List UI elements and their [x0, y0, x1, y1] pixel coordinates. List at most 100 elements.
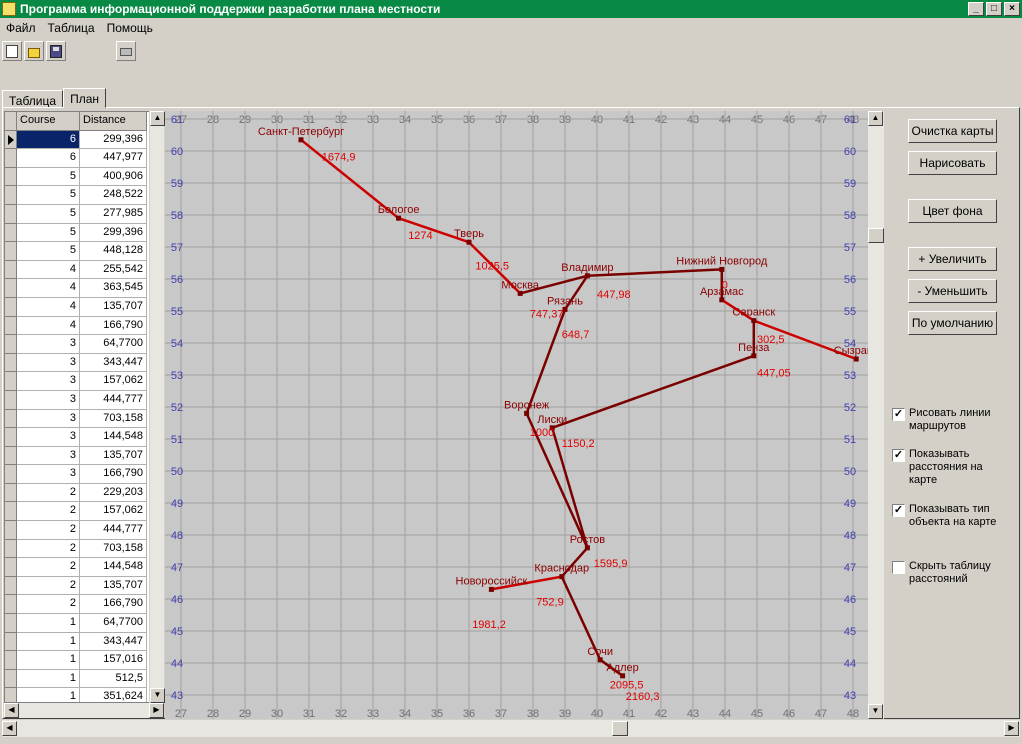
close-button[interactable]: ×	[1004, 2, 1020, 16]
menu-help[interactable]: Помощь	[101, 19, 159, 37]
course-cell[interactable]: 6	[17, 130, 80, 150]
map-scroll-down-button[interactable]: ▼	[868, 704, 883, 719]
table-row[interactable]: 6 299,396	[5, 130, 163, 150]
course-cell[interactable]: 2	[17, 576, 80, 596]
row-indicator[interactable]	[5, 372, 17, 391]
scroll-right-button[interactable]: ▶	[149, 703, 164, 718]
row-indicator[interactable]	[5, 390, 17, 410]
course-cell[interactable]: 1	[17, 669, 80, 689]
table-row[interactable]: 2 135,707	[5, 576, 163, 596]
distance-cell[interactable]: 157,062	[80, 502, 147, 522]
scroll-down-button[interactable]: ▼	[150, 688, 165, 703]
row-indicator[interactable]	[5, 502, 17, 522]
row-indicator[interactable]	[5, 223, 17, 243]
table-row[interactable]: 2 229,203	[5, 483, 163, 503]
row-indicator[interactable]	[5, 558, 17, 577]
table-row[interactable]: 3 444,777	[5, 390, 163, 410]
table-row[interactable]: 1 351,624	[5, 688, 163, 702]
course-cell[interactable]: 1	[17, 632, 80, 652]
table-row[interactable]: 4 363,545	[5, 279, 163, 298]
scroll-up-button[interactable]: ▲	[150, 111, 165, 126]
map-scroll-thumb[interactable]	[868, 228, 884, 243]
table-row[interactable]: 5 400,906	[5, 167, 163, 187]
distance-cell[interactable]: 157,062	[80, 372, 147, 391]
distance-cell[interactable]: 703,158	[80, 409, 147, 429]
print-button[interactable]	[116, 41, 136, 61]
draw-button[interactable]: Нарисовать	[908, 151, 997, 175]
distance-cell[interactable]: 363,545	[80, 279, 147, 298]
distance-cell[interactable]: 64,7700	[80, 335, 147, 354]
distance-cell[interactable]: 444,777	[80, 390, 147, 410]
row-indicator[interactable]	[5, 167, 17, 187]
course-cell[interactable]: 2	[17, 558, 80, 577]
distance-cell[interactable]: 447,977	[80, 149, 147, 168]
distance-cell[interactable]: 448,128	[80, 242, 147, 261]
main-horizontal-scrollbar[interactable]: ◀ ▶	[2, 720, 1020, 737]
table-row[interactable]: 3 166,790	[5, 465, 163, 484]
distance-cell[interactable]: 229,203	[80, 483, 147, 503]
row-indicator[interactable]	[5, 614, 17, 633]
table-row[interactable]: 5 448,128	[5, 242, 163, 261]
course-cell[interactable]: 2	[17, 502, 80, 522]
tab-table[interactable]: Таблица	[2, 90, 64, 108]
row-indicator[interactable]	[5, 409, 17, 429]
table-row[interactable]: 1 343,447	[5, 632, 163, 652]
table-row[interactable]: 6 447,977	[5, 149, 163, 168]
course-cell[interactable]: 1	[17, 614, 80, 633]
course-cell[interactable]: 3	[17, 372, 80, 391]
distance-cell[interactable]: 299,396	[80, 130, 147, 150]
distance-cell[interactable]: 135,707	[80, 576, 147, 596]
draw-routes-checkbox[interactable]: ✓ Рисовать линии маршрутов	[892, 407, 999, 433]
row-indicator[interactable]	[5, 428, 17, 447]
row-indicator[interactable]	[5, 260, 17, 280]
distance-cell[interactable]: 343,447	[80, 632, 147, 652]
distance-cell[interactable]: 166,790	[80, 316, 147, 336]
checkbox-box[interactable]: ✓	[892, 408, 905, 421]
table-row[interactable]: 5 277,985	[5, 204, 163, 224]
row-indicator[interactable]	[5, 539, 17, 559]
table-row[interactable]: 3 64,7700	[5, 335, 163, 354]
distance-cell[interactable]: 64,7700	[80, 614, 147, 633]
row-indicator[interactable]	[5, 669, 17, 689]
row-indicator[interactable]	[5, 149, 17, 168]
menu-table[interactable]: Таблица	[42, 19, 101, 37]
course-cell[interactable]: 5	[17, 167, 80, 187]
main-scroll-right-button[interactable]: ▶	[1004, 721, 1019, 736]
row-indicator[interactable]	[5, 595, 17, 615]
distance-cell[interactable]: 444,777	[80, 521, 147, 540]
table-row[interactable]: 4 135,707	[5, 297, 163, 317]
course-cell[interactable]: 5	[17, 204, 80, 224]
distance-cell[interactable]: 166,790	[80, 465, 147, 484]
show-distances-checkbox[interactable]: ✓ Показывать расстояния на карте	[892, 448, 999, 487]
distance-cell[interactable]: 343,447	[80, 353, 147, 373]
table-vertical-scrollbar[interactable]: ▲ ▼	[149, 111, 165, 703]
open-file-button[interactable]	[24, 41, 44, 61]
course-cell[interactable]: 3	[17, 465, 80, 484]
row-indicator[interactable]	[5, 688, 17, 702]
course-cell[interactable]: 3	[17, 390, 80, 410]
course-cell[interactable]: 3	[17, 428, 80, 447]
table-row[interactable]: 3 144,548	[5, 428, 163, 447]
distance-cell[interactable]: 277,985	[80, 204, 147, 224]
table-row[interactable]: 5 248,522	[5, 186, 163, 205]
tab-plan[interactable]: План	[63, 88, 106, 108]
row-indicator[interactable]	[5, 204, 17, 224]
course-cell[interactable]: 3	[17, 409, 80, 429]
column-header-course[interactable]: Course	[17, 112, 80, 131]
course-cell[interactable]: 4	[17, 279, 80, 298]
row-indicator[interactable]	[5, 316, 17, 336]
table-horizontal-scrollbar[interactable]: ◀ ▶	[4, 703, 164, 718]
row-indicator[interactable]	[5, 279, 17, 298]
main-scroll-left-button[interactable]: ◀	[2, 721, 17, 736]
map-area[interactable]: 27 27 28 28 29 29 30 30 31 31 32 32 33 33 34 34 35 35 36 36…	[165, 111, 880, 720]
menu-file[interactable]: Файл	[0, 19, 42, 37]
distance-cell[interactable]: 135,707	[80, 297, 147, 317]
course-cell[interactable]: 3	[17, 335, 80, 354]
row-indicator[interactable]	[5, 353, 17, 373]
table-row[interactable]: 3 703,158	[5, 409, 163, 429]
course-cell[interactable]: 1	[17, 688, 80, 702]
row-indicator[interactable]	[5, 632, 17, 652]
table-row[interactable]: 2 444,777	[5, 521, 163, 540]
table-row[interactable]: 4 166,790	[5, 316, 163, 336]
table-row[interactable]: 2 157,062	[5, 502, 163, 522]
